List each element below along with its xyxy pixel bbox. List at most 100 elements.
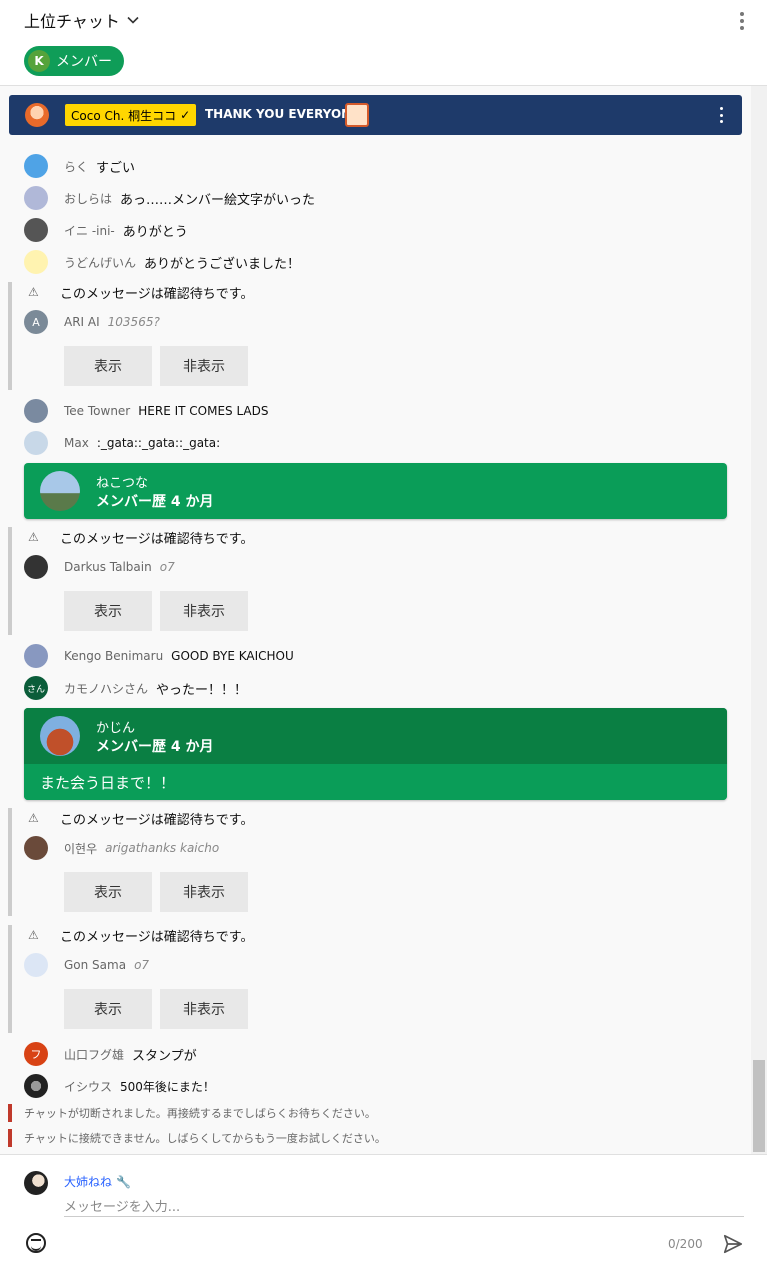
- chat-message[interactable]: Kengo Benimaru GOOD BYE KAICHOU: [24, 642, 294, 670]
- show-button[interactable]: 表示: [64, 346, 152, 386]
- author-name: Gon Sama: [64, 958, 127, 972]
- chat-header: 上位チャット K メンバー: [0, 0, 767, 86]
- author-name: うどんげいん: [64, 255, 137, 270]
- avatar: [25, 103, 49, 127]
- chat-message[interactable]: らく すごい: [24, 152, 135, 180]
- membership-card[interactable]: かじん メンバー歴 4 か月 また会う日まで！！: [24, 708, 727, 800]
- message-text: やったー！！！: [156, 682, 248, 698]
- held-notice: このメッセージは確認待ちです。: [60, 286, 254, 302]
- avatar: [24, 154, 48, 178]
- chat-message[interactable]: おしらは あっ……メンバー絵文字がいった: [24, 184, 315, 212]
- avatar: [24, 431, 48, 455]
- author-name: イニ -ini-: [64, 223, 115, 238]
- scrollbar-track[interactable]: [751, 86, 767, 1154]
- hide-button[interactable]: 非表示: [160, 989, 248, 1029]
- message-text: GOOD BYE KAICHOU: [171, 649, 294, 663]
- avatar: [24, 250, 48, 274]
- chat-message[interactable]: フ 山口フグ雄 スタンプが: [24, 1040, 197, 1068]
- message-text: :_gata::_gata::_gata:: [96, 436, 221, 450]
- message-text: arigathanks kaicho: [105, 841, 220, 855]
- member-filter-chip[interactable]: K メンバー: [24, 46, 124, 76]
- author-name: ARI AI: [64, 315, 100, 329]
- chat-message[interactable]: Gon Sama o7: [24, 951, 149, 979]
- held-notice: このメッセージは確認待ちです。: [60, 531, 254, 547]
- member-name: ねこつな: [96, 476, 149, 491]
- member-tenure: メンバー歴 4 か月: [96, 739, 214, 755]
- held-notice: このメッセージは確認待ちです。: [60, 929, 254, 945]
- emoji-icon[interactable]: [26, 1233, 46, 1253]
- wrench-icon: 🔧: [116, 1174, 131, 1189]
- chat-message[interactable]: 이현우 arigathanks kaicho: [24, 834, 219, 862]
- owner-author-badge: Coco Ch. 桐生ココ ✓: [65, 104, 197, 126]
- message-text: HERE IT COMES LADS: [138, 404, 269, 418]
- author-name: Tee Towner: [64, 404, 131, 418]
- avatar: [40, 716, 80, 756]
- avatar: [24, 953, 48, 977]
- show-button[interactable]: 表示: [64, 591, 152, 631]
- author-name: Darkus Talbain: [64, 560, 152, 574]
- author-name: 山口フグ雄: [64, 1047, 125, 1062]
- chat-message[interactable]: A ARI AI 103565?: [24, 308, 160, 336]
- warning-icon: ⚠: [28, 285, 39, 299]
- composer-user-name: 大姉ねね: [64, 1175, 113, 1189]
- avatar: [24, 1074, 48, 1098]
- message-text: 103565?: [107, 315, 160, 329]
- system-message: チャットに接続できません。しばらくしてからもう一度お試しください。: [8, 1129, 608, 1147]
- chat-message[interactable]: イニ -ini- ありがとう: [24, 216, 188, 244]
- hide-button[interactable]: 非表示: [160, 346, 248, 386]
- author-name: おしらは: [64, 191, 113, 206]
- chat-message[interactable]: さん カモノハシさん やったー！！！: [24, 674, 247, 702]
- pinned-more-icon[interactable]: [720, 107, 724, 123]
- membership-card[interactable]: ねこつな メンバー歴 4 か月: [24, 463, 727, 519]
- chat-title: 上位チャット: [24, 12, 120, 31]
- message-text: o7: [134, 958, 150, 972]
- author-name: イシウス: [64, 1079, 113, 1094]
- avatar: [24, 399, 48, 423]
- chevron-down-icon: [127, 16, 139, 24]
- avatar: [24, 218, 48, 242]
- author-name: らく: [64, 159, 89, 174]
- pinned-text: THANK YOU EVERYONE: [205, 107, 360, 121]
- message-text: すごい: [96, 160, 136, 176]
- show-button[interactable]: 表示: [64, 989, 152, 1029]
- pinned-author: Coco Ch. 桐生ココ: [71, 108, 177, 123]
- member-message: また会う日まで！！: [24, 764, 727, 800]
- chat-message[interactable]: Tee Towner HERE IT COMES LADS: [24, 397, 269, 425]
- message-text: あっ……メンバー絵文字がいった: [120, 192, 316, 208]
- send-icon[interactable]: [722, 1233, 744, 1255]
- member-tenure: メンバー歴 4 か月: [96, 494, 214, 510]
- chip-label: メンバー: [56, 54, 112, 70]
- hide-button[interactable]: 非表示: [160, 872, 248, 912]
- chat-mode-dropdown[interactable]: 上位チャット: [24, 8, 140, 32]
- pinned-message[interactable]: Coco Ch. 桐生ココ ✓ THANK YOU EVERYONE: [9, 95, 742, 135]
- avatar: [24, 186, 48, 210]
- held-notice: このメッセージは確認待ちです。: [60, 812, 254, 828]
- verified-check-icon: ✓: [180, 108, 191, 122]
- chat-message[interactable]: Max :_gata::_gata::_gata:: [24, 429, 220, 457]
- warning-icon: ⚠: [28, 928, 39, 942]
- warning-icon: ⚠: [28, 530, 39, 544]
- message-input[interactable]: メッセージを入力...: [64, 1195, 744, 1217]
- message-text: o7: [159, 560, 175, 574]
- warning-icon: ⚠: [28, 811, 39, 825]
- chat-message[interactable]: うどんげいん ありがとうございました！: [24, 248, 300, 276]
- message-text: ありがとう: [122, 224, 188, 240]
- member-emoji-icon: [345, 103, 369, 127]
- more-options-icon[interactable]: [739, 12, 745, 30]
- char-counter: 0/200: [668, 1237, 703, 1251]
- avatar: [24, 1171, 48, 1195]
- chip-initial: K: [28, 50, 50, 72]
- chat-message[interactable]: Darkus Talbain o7: [24, 553, 175, 581]
- scrollbar-thumb[interactable]: [753, 1060, 765, 1152]
- system-message: チャットが切断されました。再接続するまでしばらくお待ちください。: [8, 1104, 608, 1122]
- chat-message[interactable]: イシウス 500年後にまた！: [24, 1072, 215, 1100]
- show-button[interactable]: 表示: [64, 872, 152, 912]
- message-text: 500年後にまた！: [120, 1079, 215, 1094]
- avatar: [24, 644, 48, 668]
- avatar: [40, 471, 80, 511]
- author-name: 이현우: [64, 841, 98, 856]
- avatar: [24, 555, 48, 579]
- author-name: カモノハシさん: [64, 681, 149, 696]
- hide-button[interactable]: 非表示: [160, 591, 248, 631]
- author-name: Max: [64, 436, 89, 450]
